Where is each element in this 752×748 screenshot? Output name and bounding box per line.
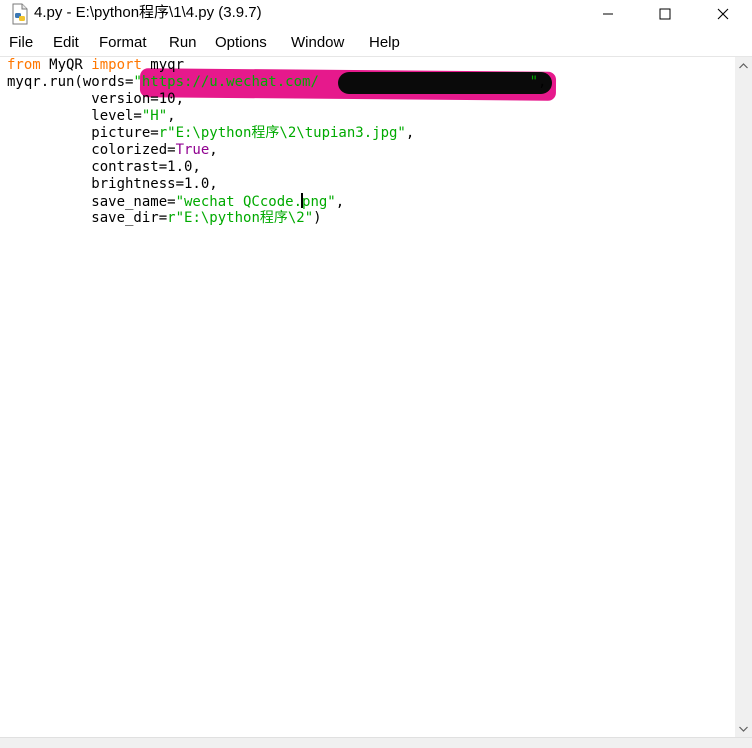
menu-options[interactable]: Options <box>215 33 267 53</box>
code-token: , <box>167 108 176 124</box>
code-line[interactable]: version=10, <box>7 91 546 108</box>
menu-window[interactable]: Window <box>291 33 344 53</box>
code-token: " <box>529 74 539 90</box>
code-line[interactable]: save_name="wechat QCcode.png", <box>7 193 546 210</box>
code-token: MyQR <box>40 57 92 73</box>
menu-run[interactable]: Run <box>169 33 197 53</box>
code-line[interactable]: level="H", <box>7 108 546 125</box>
code-line[interactable]: save_dir=r"E:\python程序\2") <box>7 210 546 227</box>
code-token: , <box>405 125 415 141</box>
minimize-button[interactable] <box>585 0 631 28</box>
close-icon <box>717 8 729 20</box>
code-token: save_name= <box>7 194 176 210</box>
code-text[interactable]: from MyQR import myqr myqr.run(words="htt… <box>7 57 546 227</box>
code-token: , <box>335 194 345 210</box>
code-line[interactable]: contrast=1.0, <box>7 159 546 176</box>
chevron-up-icon <box>739 62 748 68</box>
code-line[interactable]: brightness=1.0, <box>7 176 546 193</box>
code-token: brightness=1.0, <box>7 176 218 192</box>
close-button[interactable] <box>700 0 746 28</box>
code-token: colorized= <box>7 142 176 158</box>
code-token: png" <box>302 194 336 210</box>
code-token: , <box>209 142 218 158</box>
code-line[interactable]: picture=r"E:\python程序\2\tupian3.jpg", <box>7 125 546 142</box>
code-token: save_dir= <box>7 210 168 226</box>
code-token: version=10, <box>7 91 185 107</box>
maximize-icon <box>659 8 671 20</box>
code-token: "https://u.wechat.com/ <box>133 74 319 90</box>
code-token: from <box>7 57 41 73</box>
code-token: ) <box>313 210 322 226</box>
vertical-scrollbar[interactable] <box>735 57 752 737</box>
code-line[interactable]: myqr.run(words="https://u.wechat.com/ ", <box>7 74 546 91</box>
code-token: contrast=1.0, <box>7 159 201 175</box>
code-token: True <box>175 142 210 158</box>
minimize-icon <box>603 13 613 15</box>
maximize-button[interactable] <box>642 0 688 28</box>
code-token: myqr <box>141 57 185 73</box>
code-token: , <box>538 74 547 90</box>
code-token: myqr.run(words= <box>7 74 134 90</box>
code-editor[interactable]: from MyQR import myqr myqr.run(words="htt… <box>0 57 735 737</box>
menu-bar: File Edit Format Run Options Window Help <box>0 30 752 55</box>
menu-file[interactable]: File <box>9 33 33 53</box>
scroll-down-arrow[interactable] <box>735 720 752 737</box>
title-bar: 4.py - E:\python程序\1\4.py (3.9.7) <box>0 0 752 28</box>
code-line[interactable]: colorized=True, <box>7 142 546 159</box>
code-token: import <box>91 57 142 73</box>
horizontal-scrollbar[interactable] <box>0 737 752 748</box>
scroll-up-arrow[interactable] <box>735 57 752 74</box>
menu-format[interactable]: Format <box>99 33 147 53</box>
python-file-icon <box>10 3 30 25</box>
code-line[interactable]: from MyQR import myqr <box>7 57 546 74</box>
code-token: "wechat QCcode. <box>175 194 303 210</box>
code-token: "H" <box>141 108 168 124</box>
menu-edit[interactable]: Edit <box>53 33 79 53</box>
window-title: 4.py - E:\python程序\1\4.py (3.9.7) <box>34 4 262 21</box>
code-token: r"E:\python程序\2" <box>167 210 314 226</box>
code-token: level= <box>7 108 142 124</box>
menu-help[interactable]: Help <box>369 33 400 53</box>
chevron-down-icon <box>739 726 748 732</box>
code-token: picture= <box>7 125 159 141</box>
code-token: r"E:\python程序\2\tupian3.jpg" <box>158 125 406 141</box>
